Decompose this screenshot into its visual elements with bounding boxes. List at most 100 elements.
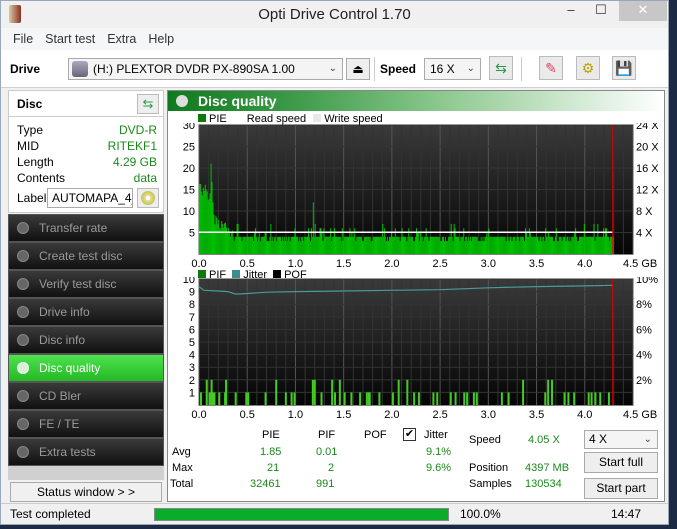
pie-bar [207, 200, 209, 254]
pie-bar [433, 236, 435, 254]
pie-bar [211, 181, 213, 254]
row-label-total: Total [170, 478, 194, 490]
nav-disc-quality[interactable]: Disc quality [8, 354, 164, 382]
pif-bar [210, 379, 213, 405]
disc-label-button[interactable] [137, 188, 159, 208]
pie-bar [458, 236, 460, 254]
pie-bar [591, 236, 593, 254]
nav-disc-info[interactable]: Disc info [8, 326, 164, 354]
pie-bar [346, 236, 348, 254]
pie-bar [533, 236, 535, 254]
menu-help[interactable]: Help [142, 32, 180, 46]
settings-button[interactable]: ⚙ [576, 56, 600, 80]
pie-bar [469, 241, 471, 254]
pie-bar [230, 232, 232, 254]
pie-bar [388, 236, 390, 254]
pie-bar [285, 236, 287, 254]
maximize-button[interactable]: ☐ [586, 1, 616, 21]
nav-cd-bler[interactable]: CD Bler [8, 382, 164, 410]
samples-label: Samples [469, 478, 512, 490]
eject-button[interactable]: ⏏ [346, 58, 370, 80]
nav-label: Extra tests [39, 445, 96, 459]
y2-tick-label: 4 X [636, 228, 653, 240]
y-tick-label: 6 [189, 324, 195, 336]
menu-extra[interactable]: Extra [101, 32, 142, 46]
x-tick-label: 0.5 [240, 409, 255, 421]
pie-bar [538, 241, 540, 254]
pie-bar [565, 241, 567, 254]
pie-bar [457, 236, 459, 254]
pie-bar [268, 241, 270, 254]
erase-button[interactable]: ✎ [539, 56, 563, 80]
menu-file[interactable]: File [7, 32, 39, 46]
avg-pie: 1.85 [260, 446, 282, 458]
nav-drive-info[interactable]: Drive info [8, 298, 164, 326]
pie-bar [314, 223, 316, 254]
pie-bar [597, 223, 599, 254]
nav-verify-test-disc[interactable]: Verify test disc [8, 270, 164, 298]
minimize-button[interactable]: – [556, 1, 586, 21]
y2-tick-label: 24 X [636, 123, 659, 132]
disc-panel: Disc ⇆ Type DVD-R MID RITEKF1 Length 4.2… [8, 90, 164, 213]
nav-label: Verify test disc [39, 277, 117, 291]
refresh-drive-button[interactable]: ⇆ [489, 56, 513, 80]
refresh-disc-button[interactable]: ⇆ [137, 94, 159, 114]
menu-start-test[interactable]: Start test [39, 32, 101, 46]
pie-bar [338, 236, 340, 254]
pie-bar [290, 236, 292, 254]
title-bar: Opti Drive Control 1.70 – ☐ ✕ [1, 1, 668, 28]
pie-bar [486, 232, 488, 254]
pie-bar [443, 241, 445, 254]
pie-bar [263, 236, 265, 254]
pie-bar [292, 236, 294, 254]
disc-quality-icon [17, 362, 29, 374]
pie-bar [372, 236, 374, 254]
pie-bar [218, 219, 220, 254]
pie-bar [351, 232, 353, 254]
pif-bar [313, 379, 316, 405]
x-tick-label: 3.0 [481, 409, 496, 421]
pie-bar [362, 241, 364, 254]
nav-fe-te[interactable]: FE / TE [8, 410, 164, 438]
pie-bar [224, 223, 226, 254]
test-speed-select[interactable]: 4 X ⌄ [584, 430, 658, 449]
pie-bar [574, 232, 576, 254]
save-button[interactable]: 💾 [612, 56, 636, 80]
pie-bar [361, 241, 363, 254]
pie-bar [551, 236, 553, 254]
close-button[interactable]: ✕ [619, 1, 667, 21]
pif-bar [205, 379, 208, 405]
start-part-button[interactable]: Start part [584, 478, 658, 499]
nav-create-test-disc[interactable]: Create test disc [8, 242, 164, 270]
pie-bar [438, 236, 440, 254]
total-pie: 32461 [250, 478, 281, 490]
status-window-button[interactable]: Status window > > [10, 482, 162, 502]
pie-bar [445, 241, 447, 254]
pif-bar [587, 392, 590, 405]
nav-extra-tests[interactable]: Extra tests [8, 438, 164, 466]
drive-select[interactable]: (H:) PLEXTOR DVDR PX-890SA 1.00 ⌄ [68, 58, 343, 80]
pie-bar [252, 236, 254, 254]
pie-bar [564, 236, 566, 254]
pie-bar [363, 236, 365, 254]
speed-select[interactable]: 16 X ⌄ [424, 58, 481, 80]
pie-bar [332, 236, 334, 254]
pie-bar [255, 236, 257, 254]
pif-bar [590, 392, 593, 405]
pie-bar [434, 236, 436, 254]
pie-bar [204, 184, 206, 254]
pie-bar [378, 236, 380, 254]
x-tick-label: 1.0 [288, 409, 303, 421]
pie-bar [600, 236, 602, 254]
jitter-checkbox[interactable]: ✔ [403, 428, 416, 441]
y2-tick-label: 16 X [636, 163, 659, 175]
pie-bar [539, 236, 541, 254]
nav-transfer-rate[interactable]: Transfer rate [8, 214, 164, 242]
x-tick-label: 3.0 [481, 258, 496, 270]
disc-label-input[interactable]: AUTOMAPA_4_ [47, 188, 133, 208]
pie-bar [385, 236, 387, 254]
start-full-button[interactable]: Start full [584, 452, 658, 473]
pie-bar [587, 236, 589, 254]
pif-bar [551, 379, 554, 405]
pie-bar [594, 241, 596, 254]
